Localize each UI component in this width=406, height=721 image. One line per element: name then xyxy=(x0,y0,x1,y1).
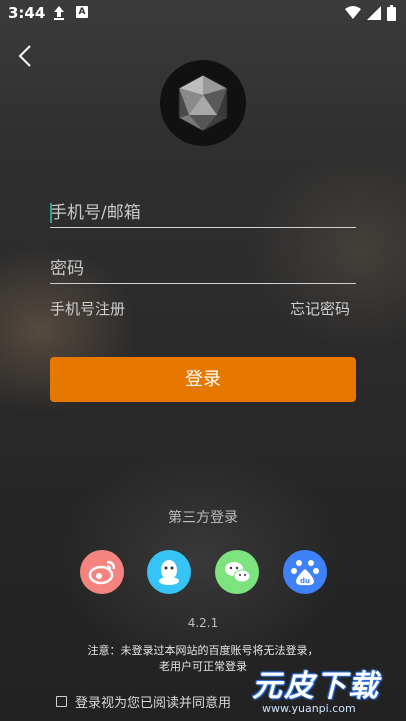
app-version: 4.2.1 xyxy=(187,616,219,630)
status-icons xyxy=(345,5,396,21)
notice-line-1: 注意：未登录过本网站的百度账号将无法登录， xyxy=(87,644,319,657)
wechat-icon xyxy=(225,562,251,583)
wechat-login-button[interactable] xyxy=(215,550,259,594)
register-link[interactable]: 手机号注册 xyxy=(50,298,125,319)
notification-badge-icon: A xyxy=(76,6,88,18)
watermark: 元皮下载 www.yuanpi.com xyxy=(246,657,406,721)
forgot-password-link[interactable]: 忘记密码 xyxy=(290,298,350,319)
weibo-login-button[interactable] xyxy=(80,550,124,594)
third-party-title: 第三方登录 xyxy=(168,510,238,526)
status-bar: 3:44 A xyxy=(0,0,406,28)
signal-icon xyxy=(367,6,381,20)
agreement-text: 登录视为您已阅读并同意用 xyxy=(75,696,232,711)
watermark-title: 元皮下载 xyxy=(252,669,380,704)
password-input[interactable] xyxy=(50,254,356,283)
app-logo xyxy=(160,60,246,146)
battery-icon xyxy=(387,5,396,21)
account-input[interactable] xyxy=(50,198,356,227)
back-arrow-icon[interactable] xyxy=(16,44,36,68)
wifi-icon xyxy=(345,6,361,19)
svg-text:du: du xyxy=(300,577,310,585)
icosahedron-logo-icon xyxy=(178,74,228,132)
account-field[interactable] xyxy=(50,198,356,228)
login-screen: 3:44 A 手机号/邮箱 手机号注册 忘记密码 登录 第三方登录 du 4.2… xyxy=(0,0,406,721)
baidu-icon: du xyxy=(291,560,319,586)
password-field[interactable] xyxy=(50,254,356,284)
watermark-url: www.yuanpi.com xyxy=(262,702,356,715)
upload-icon xyxy=(54,6,64,20)
qq-icon xyxy=(159,560,179,585)
weibo-icon xyxy=(88,560,116,585)
text-cursor xyxy=(50,203,52,223)
qq-login-button[interactable] xyxy=(147,550,191,594)
baidu-login-button[interactable]: du xyxy=(283,550,327,594)
status-time: 3:44 xyxy=(8,4,46,22)
login-button[interactable]: 登录 xyxy=(50,357,356,402)
agreement-row[interactable]: 登录视为您已阅读并同意用 xyxy=(56,692,231,711)
agreement-checkbox[interactable] xyxy=(56,696,67,707)
